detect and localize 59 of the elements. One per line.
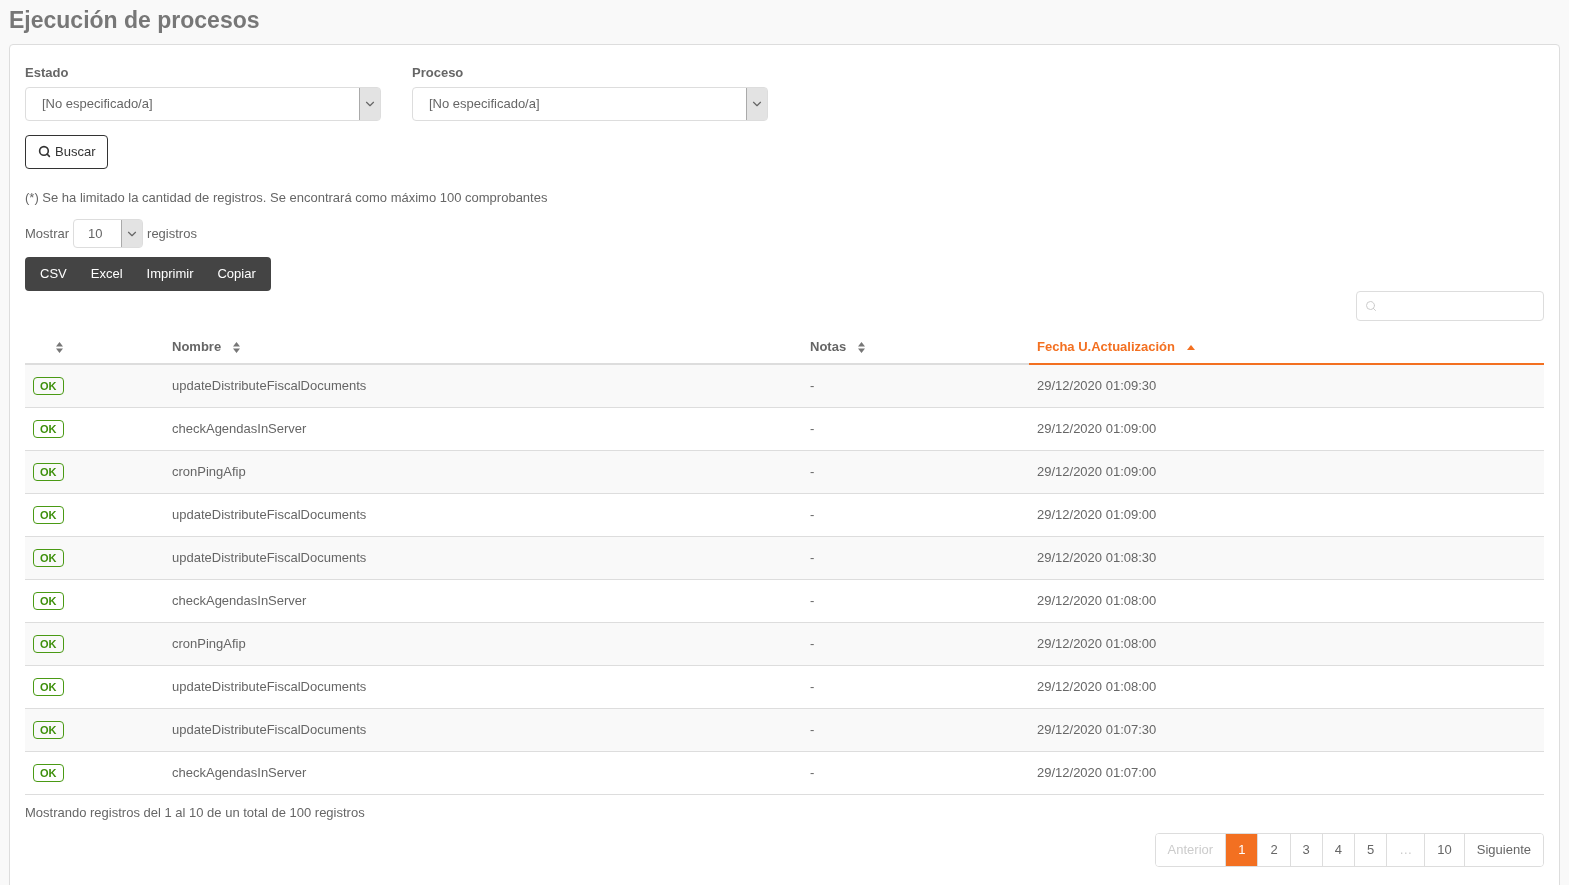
table-cell: checkAgendasInServer bbox=[172, 593, 307, 609]
table-cell: updateDistributeFiscalDocuments bbox=[172, 378, 367, 394]
table-cell: updateDistributeFiscalDocuments bbox=[172, 550, 367, 566]
status-badge: OK bbox=[33, 764, 64, 783]
table-cell: cronPingAfip bbox=[172, 636, 246, 652]
table-info: Mostrando registros del 1 al 10 de un total de 100 registros bbox=[25, 804, 366, 822]
table-cell: - bbox=[810, 507, 815, 523]
export-button[interactable]: Excel bbox=[78, 257, 135, 291]
status-badge: OK bbox=[33, 549, 64, 568]
page-length-select[interactable]: 10 bbox=[73, 219, 144, 248]
length-label: Mostrar bbox=[25, 224, 70, 243]
table-search-field[interactable] bbox=[1356, 291, 1544, 321]
table-cell: updateDistributeFiscalDocuments bbox=[172, 722, 367, 738]
table-cell: 29/12/2020 01:08:00 bbox=[1037, 636, 1157, 652]
table-cell: checkAgendasInServer bbox=[172, 765, 307, 781]
table-cell: 29/12/2020 01:08:00 bbox=[1037, 593, 1157, 609]
select-field[interactable]: [No especificado/a] bbox=[412, 86, 768, 121]
table-cell: cronPingAfip bbox=[172, 464, 246, 480]
table-cell: - bbox=[810, 421, 815, 437]
field-label: Proceso bbox=[412, 64, 465, 82]
table-cell: - bbox=[810, 378, 815, 394]
table-cell: 29/12/2020 01:09:00 bbox=[1037, 464, 1157, 480]
table-cell: 29/12/2020 01:08:00 bbox=[1037, 679, 1157, 695]
table-cell: 29/12/2020 01:07:00 bbox=[1037, 765, 1157, 781]
status-badge: OK bbox=[33, 420, 64, 439]
export-button[interactable]: Imprimir bbox=[134, 257, 206, 291]
status-badge: OK bbox=[33, 721, 64, 740]
select-field[interactable]: [No especificado/a] bbox=[25, 86, 381, 121]
table-cell: - bbox=[810, 679, 815, 695]
table-cell: updateDistributeFiscalDocuments bbox=[172, 679, 367, 695]
field-label: Estado bbox=[25, 64, 70, 82]
page-title: Ejecución de procesos bbox=[8, 6, 261, 35]
table-cell: checkAgendasInServer bbox=[172, 421, 307, 437]
table-cell: 29/12/2020 01:07:30 bbox=[1037, 722, 1157, 738]
status-badge: OK bbox=[33, 377, 64, 396]
status-badge: OK bbox=[33, 592, 64, 611]
table-cell: updateDistributeFiscalDocuments bbox=[172, 507, 367, 523]
length-label: registros bbox=[147, 224, 197, 243]
search-button[interactable]: Buscar bbox=[25, 134, 109, 169]
table-cell: - bbox=[810, 464, 815, 480]
status-badge: OK bbox=[33, 678, 64, 697]
table-cell: 29/12/2020 01:09:00 bbox=[1037, 507, 1157, 523]
status-badge: OK bbox=[33, 635, 64, 654]
export-button[interactable]: CSV bbox=[28, 257, 79, 291]
table-cell: - bbox=[810, 765, 815, 781]
table-cell: 29/12/2020 01:09:00 bbox=[1037, 421, 1157, 437]
table-cell: 29/12/2020 01:08:30 bbox=[1037, 550, 1157, 566]
status-badge: OK bbox=[33, 506, 64, 525]
status-badge: OK bbox=[33, 463, 64, 482]
pagination-button[interactable]: Siguiente bbox=[1463, 833, 1543, 866]
limit-notice: (*) Se ha limitado la cantidad de registros. Se encontrará como máximo 100 comprobantes bbox=[25, 188, 549, 207]
table-cell: - bbox=[810, 722, 815, 738]
table-cell: - bbox=[810, 593, 815, 609]
search-icon bbox=[1365, 300, 1377, 312]
table-cell: 29/12/2020 01:09:30 bbox=[1037, 378, 1157, 394]
search-icon bbox=[38, 145, 51, 158]
export-button[interactable]: Copiar bbox=[205, 257, 268, 291]
table-cell: - bbox=[810, 636, 815, 652]
table-cell: - bbox=[810, 550, 815, 566]
